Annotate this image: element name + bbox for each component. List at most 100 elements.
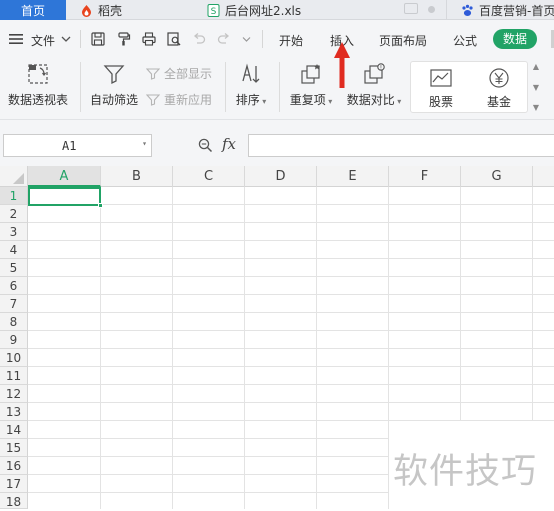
red-arrow-annotation xyxy=(334,42,350,88)
file-chevron-down-icon[interactable] xyxy=(61,35,71,43)
undo-icon[interactable] xyxy=(192,32,206,46)
column-header-b[interactable]: B xyxy=(101,166,173,187)
row-header-17[interactable]: 17 xyxy=(0,475,28,493)
row-header-3[interactable]: 3 xyxy=(0,223,28,241)
redo-icon[interactable] xyxy=(217,32,231,46)
sort-button[interactable]: 排序 ▾ xyxy=(231,58,271,116)
data-compare-label: 数据对比 xyxy=(346,93,395,107)
select-all-triangle-icon xyxy=(13,173,24,184)
sort-label: 排序 xyxy=(235,93,260,107)
fund-button[interactable]: 基金 xyxy=(471,62,527,120)
filter-funnel-icon xyxy=(103,65,125,85)
row-header-4[interactable]: 4 xyxy=(0,241,28,259)
column-header-g[interactable]: G xyxy=(461,166,533,187)
sort-az-icon xyxy=(242,63,260,83)
tab-baidu[interactable]: 百度营销-首页 xyxy=(446,0,554,20)
row-header-12[interactable]: 12 xyxy=(0,385,28,403)
fund-label: 基金 xyxy=(486,95,511,109)
duplicates-button[interactable]: 重复项 ▾ xyxy=(283,58,339,116)
stock-button[interactable]: 股票 xyxy=(413,62,469,120)
compare-dropdown-icon[interactable]: ▾ xyxy=(395,97,401,106)
show-all-button[interactable]: 全部显示 xyxy=(146,65,212,82)
row-header-13[interactable]: 13 xyxy=(0,403,28,421)
grid-line xyxy=(28,312,554,313)
column-header-c[interactable]: C xyxy=(173,166,245,187)
name-box[interactable]: A1 ▾ xyxy=(3,134,152,157)
tab-home[interactable]: 首页 xyxy=(0,0,66,20)
stock-chart-icon xyxy=(430,69,452,87)
row-header-10[interactable]: 10 xyxy=(0,349,28,367)
autofilter-button[interactable]: 自动筛选 xyxy=(86,58,142,116)
zoom-search-icon[interactable] xyxy=(198,138,213,153)
grid-line xyxy=(28,258,554,259)
row-header-1[interactable]: 1 xyxy=(0,187,28,205)
ribbon-scroll-up-icon[interactable]: ▲ xyxy=(533,62,539,71)
window-icon[interactable] xyxy=(404,3,418,14)
save-icon[interactable] xyxy=(91,32,105,46)
row-header-9[interactable]: 9 xyxy=(0,331,28,349)
menu-home[interactable]: 开始 xyxy=(279,32,303,49)
column-header-f[interactable]: F xyxy=(389,166,461,187)
baidu-paw-icon xyxy=(462,4,473,16)
grid-line xyxy=(28,222,554,223)
row-header-8[interactable]: 8 xyxy=(0,313,28,331)
svg-text:S: S xyxy=(211,7,217,17)
row-header-11[interactable]: 11 xyxy=(0,367,28,385)
duplicates-dropdown-icon[interactable]: ▾ xyxy=(326,97,332,106)
document-tab-bar: 首页 稻壳 S 后台网址2.xls 百度营销-首页 xyxy=(0,0,554,20)
docer-icon xyxy=(82,4,91,17)
quick-access-chevron-icon[interactable] xyxy=(242,36,251,43)
menu-formula[interactable]: 公式 xyxy=(453,32,477,49)
print-preview-icon[interactable] xyxy=(167,32,181,46)
column-header-a[interactable]: A xyxy=(28,166,101,187)
stock-label: 股票 xyxy=(428,95,453,109)
duplicates-icon xyxy=(301,64,320,84)
formula-bar: A1 ▾ fx xyxy=(0,120,554,166)
grid-line xyxy=(28,240,554,241)
tab-docer[interactable]: 稻壳 xyxy=(80,0,190,20)
name-box-dropdown-icon[interactable]: ▾ xyxy=(142,139,147,148)
ribbon-scroll[interactable]: ▲ ▼ ▼ xyxy=(529,62,543,112)
print-icon[interactable] xyxy=(142,32,156,46)
reapply-label: 重新应用 xyxy=(164,93,213,107)
watermark-area: 软件技巧 xyxy=(389,421,554,509)
row-header-18[interactable]: 18 xyxy=(0,493,28,509)
spreadsheet-grid[interactable]: A B C D E F G 1 2 3 4 5 6 7 8 9 10 11 12… xyxy=(0,166,554,509)
selected-cell-a1[interactable] xyxy=(28,187,103,208)
data-compare-button[interactable]: ! 数据对比 ▾ xyxy=(343,58,405,116)
reapply-button[interactable]: 重新应用 xyxy=(146,91,212,108)
file-menu[interactable]: 文件 xyxy=(31,32,55,49)
ribbon-expand-icon[interactable]: ▼ xyxy=(533,103,539,112)
data-compare-icon: ! xyxy=(364,63,385,84)
column-header-e[interactable]: E xyxy=(317,166,389,187)
grid-line xyxy=(28,402,554,403)
column-header-d[interactable]: D xyxy=(245,166,317,187)
row-header-16[interactable]: 16 xyxy=(0,457,28,475)
hamburger-menu-icon[interactable] xyxy=(9,33,23,45)
spreadsheet-file-icon: S xyxy=(207,3,220,17)
tab-spreadsheet-file[interactable]: S 后台网址2.xls xyxy=(207,0,397,20)
row-header-15[interactable]: 15 xyxy=(0,439,28,457)
formula-input[interactable] xyxy=(248,134,554,157)
menu-page-layout[interactable]: 页面布局 xyxy=(379,32,427,49)
fill-handle[interactable] xyxy=(98,203,103,208)
format-painter-icon[interactable] xyxy=(117,32,131,46)
menu-divider xyxy=(80,30,81,48)
grid-line xyxy=(28,204,554,205)
select-all-corner[interactable] xyxy=(0,166,28,187)
unsaved-dot-icon xyxy=(428,6,435,13)
pivot-table-button[interactable]: 数据透视表 xyxy=(4,58,72,116)
menu-data-active[interactable]: 数据 xyxy=(493,29,537,49)
ribbon-scroll-down-icon[interactable]: ▼ xyxy=(533,83,539,92)
reapply-icon xyxy=(146,94,160,106)
grid-line xyxy=(28,330,554,331)
row-header-5[interactable]: 5 xyxy=(0,259,28,277)
row-header-14[interactable]: 14 xyxy=(0,421,28,439)
sort-dropdown-icon[interactable]: ▾ xyxy=(260,97,266,106)
column-header-h-partial[interactable] xyxy=(533,166,554,187)
row-header-2[interactable]: 2 xyxy=(0,205,28,223)
grid-line xyxy=(28,294,554,295)
row-header-7[interactable]: 7 xyxy=(0,295,28,313)
row-header-6[interactable]: 6 xyxy=(0,277,28,295)
insert-function-icon[interactable]: fx xyxy=(222,135,236,153)
